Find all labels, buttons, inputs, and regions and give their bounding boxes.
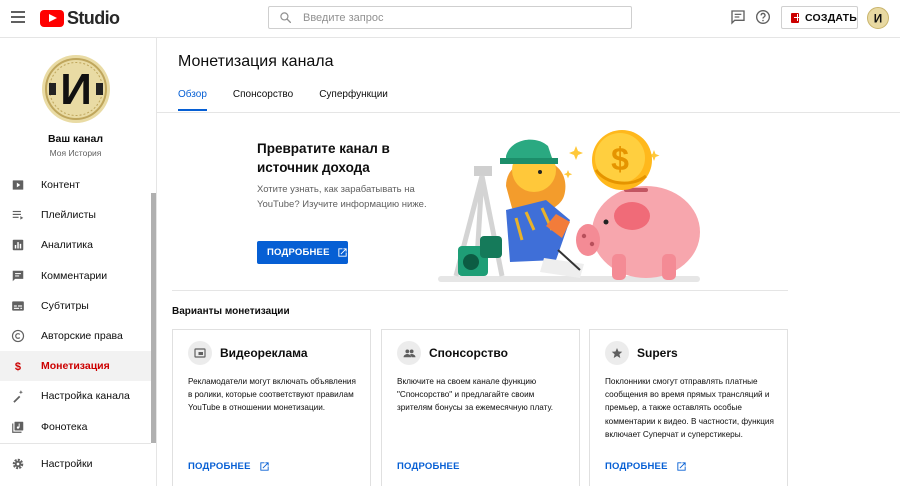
promo-description: Хотите узнать, как зарабатывать на YouTu… [257,184,427,210]
sidebar-item-comments[interactable]: Комментарии [0,261,151,291]
top-header: Studio СОЗДАТЬ И [0,0,900,38]
magic-wand-icon [13,390,23,404]
card-title: Видеореклама [220,346,308,360]
sidebar-nav: Контент Плейлисты Аналитика Комментарии … [0,170,151,442]
card-description: Поклонники смогут отправлять платные соо… [605,377,774,439]
sidebar-item-label: Монетизация [41,360,110,373]
feedback-icon[interactable] [730,9,746,25]
monetization-illustration: $ [438,130,700,282]
sidebar-item-monetization[interactable]: $ Монетизация [0,351,151,382]
help-icon[interactable] [755,9,771,25]
playlist-icon [12,211,24,220]
card-memberships: Спонсорство Включите на своем канале фун… [381,329,580,486]
search-box[interactable] [268,6,632,29]
sidebar-item-customization[interactable]: Настройка канала [0,381,151,411]
search-input[interactable] [303,7,623,28]
card-learn-more-link[interactable]: ПОДРОБНЕЕ [605,461,687,472]
sidebar-item-label: Плейлисты [41,209,96,222]
people-icon [403,348,415,357]
sidebar-divider [0,443,151,444]
create-video-icon [791,12,802,23]
sidebar-scrollbar[interactable] [151,193,156,443]
card-title: Спонсорство [429,346,508,360]
external-link-icon [338,248,347,257]
sidebar-item-label: Аналитика [41,239,93,252]
subtitles-icon [12,301,24,311]
sidebar-item-label: Фонотека [41,420,88,433]
promo-divider [172,290,788,291]
card-title: Supers [637,346,678,360]
learn-more-label: ПОДРОБНЕЕ [267,247,330,258]
tab-overview[interactable]: Обзор [178,89,207,111]
sidebar-item-label: Авторские права [41,330,123,343]
dollar-icon: $ [15,361,21,373]
card-link-label: ПОДРОБНЕЕ [397,461,460,472]
sidebar-item-content[interactable]: Контент [0,170,151,200]
copyright-icon [11,329,25,343]
studio-logo[interactable]: Studio [40,7,120,28]
card-supers: Supers Поклонники смогут отправлять плат… [589,329,788,486]
tab-memberships[interactable]: Спонсорство [233,89,293,111]
analytics-icon [12,240,24,251]
sidebar-item-label: Субтитры [41,299,89,312]
page-title: Монетизация канала [178,53,334,70]
sidebar: И Ваш канал Моя История Контент Плейлист… [0,38,157,486]
sidebar-item-label: Контент [41,179,80,192]
sidebar-item-copyright[interactable]: Авторские права [0,321,151,351]
card-icon-wrap [605,341,629,365]
search-icon [280,12,292,24]
account-avatar[interactable]: И [867,7,889,29]
external-link-icon [677,462,686,471]
ad-video-icon [194,348,206,358]
comments-icon [12,270,24,281]
video-content-icon [12,180,24,190]
sidebar-item-settings[interactable]: Настройки [0,449,151,479]
youtube-play-icon [40,9,64,27]
avatar-letter: И [874,12,882,26]
star-icon [611,348,623,358]
card-learn-more-link[interactable]: ПОДРОБНЕЕ [397,461,460,472]
channel-avatar-letter: И [60,65,92,114]
card-learn-more-link[interactable]: ПОДРОБНЕЕ [188,461,270,472]
channel-name: Ваш канал [47,133,104,145]
card-icon-wrap [188,341,212,365]
settings-label: Настройки [41,458,93,470]
sidebar-item-playlists[interactable]: Плейлисты [0,200,151,230]
card-description: Рекламодатели могут включать объявления … [188,377,356,413]
card-link-label: ПОДРОБНЕЕ [605,461,668,472]
tab-supers[interactable]: Суперфункции [319,89,388,111]
tabs: Обзор Спонсорство Суперфункции [178,89,414,111]
learn-more-button[interactable]: ПОДРОБНЕЕ [257,241,348,264]
sidebar-item-label: Комментарии [41,269,108,282]
promo-title: Превратите канал в источник дохода [257,141,390,175]
audio-library-icon [12,421,24,433]
card-video-ads: Видеореклама Рекламодатели могут включат… [172,329,371,486]
channel-subtitle: Моя История [49,148,102,158]
card-icon-wrap [397,341,421,365]
svg-text:$: $ [611,141,629,177]
gear-icon [12,458,24,470]
external-link-icon [260,462,269,471]
create-button[interactable]: СОЗДАТЬ [781,6,858,29]
card-description: Включите на своем канале функцию "Спонсо… [397,377,554,413]
create-label: СОЗДАТЬ [805,11,857,24]
sidebar-item-label: Настройка канала [41,390,130,403]
card-link-label: ПОДРОБНЕЕ [188,461,251,472]
section-title: Варианты монетизации [172,306,290,317]
menu-icon[interactable] [11,11,25,23]
sidebar-item-subtitles[interactable]: Субтитры [0,291,151,321]
sidebar-item-analytics[interactable]: Аналитика [0,230,151,260]
channel-avatar[interactable]: И [41,54,111,124]
logo-text: Studio [67,7,120,28]
tabs-divider [157,112,900,113]
sidebar-item-audio-library[interactable]: Фонотека [0,412,151,442]
svg-text:$: $ [15,361,21,373]
